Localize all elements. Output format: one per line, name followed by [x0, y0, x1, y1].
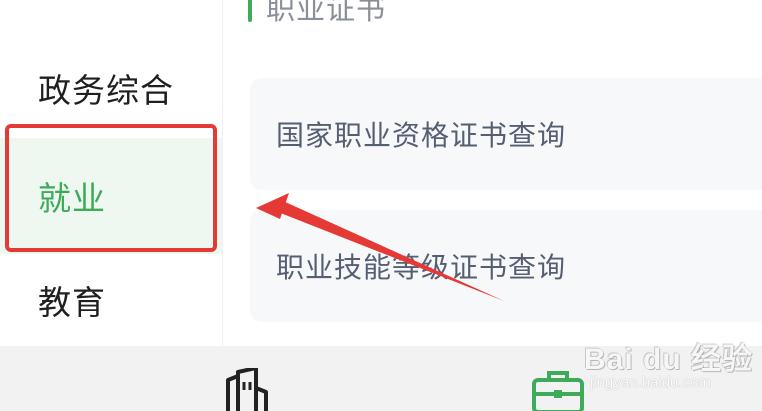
sidebar-item-government[interactable]: 政务综合	[0, 38, 222, 138]
sidebar-item-education[interactable]: 教育	[0, 250, 222, 350]
sidebar-item-label: 政务综合	[38, 71, 174, 110]
service-card-label: 国家职业资格证书查询	[276, 119, 567, 152]
section-header: 职业证书	[248, 0, 386, 28]
buildings-icon[interactable]	[222, 368, 272, 411]
app-screen: 政务综合 就业 教育 职业证书 国家职业资格证书查询 职业技能等级证书查询 Ba…	[0, 0, 762, 411]
sidebar-item-label: 教育	[38, 283, 106, 322]
sidebar-divider	[222, 0, 223, 346]
service-card-label: 职业技能等级证书查询	[276, 251, 567, 284]
category-sidebar: 政务综合 就业 教育	[0, 0, 222, 346]
bottom-tab-bar	[0, 346, 762, 411]
sidebar-item-employment[interactable]: 就业	[0, 138, 222, 254]
section-accent-bar	[248, 0, 252, 22]
sidebar-item-label: 就业	[38, 179, 106, 218]
section-title: 职业证书	[266, 0, 387, 26]
service-card-national-certificate[interactable]: 国家职业资格证书查询	[250, 78, 762, 190]
service-card-skill-certificate[interactable]: 职业技能等级证书查询	[250, 210, 762, 322]
briefcase-icon[interactable]	[532, 368, 584, 411]
